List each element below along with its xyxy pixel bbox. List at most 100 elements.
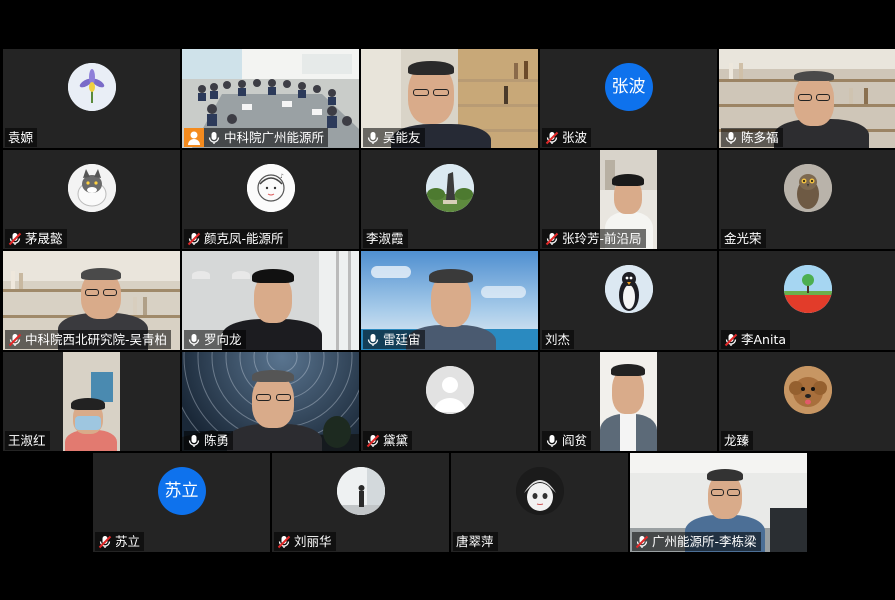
participant-name-tag: 陈多福 <box>721 128 783 147</box>
penguin-icon <box>604 265 653 313</box>
participant-name: 王淑红 <box>8 433 46 448</box>
muted-microphone-icon <box>635 535 649 549</box>
participant-name: 龙臻 <box>724 433 750 448</box>
participant-tile-p2[interactable]: 中科院广州能源所 <box>182 49 359 148</box>
participant-name-tag: 李淑霞 <box>363 229 408 248</box>
participant-tile-p3[interactable]: 吴能友 <box>361 49 538 148</box>
participant-name-tag: 袁嫄 <box>5 128 38 147</box>
participant-tile-p5[interactable]: 陈多福 <box>719 49 895 148</box>
microphone-icon <box>187 434 201 448</box>
anime-character-icon <box>515 467 564 515</box>
participant-name: 陈勇 <box>204 433 230 448</box>
profile-avatar-cat <box>67 164 116 212</box>
participant-name-tag: 黛黛 <box>363 431 413 450</box>
muted-microphone-icon <box>8 232 22 246</box>
tree-field-icon <box>783 265 832 313</box>
participant-tile-p19[interactable]: 阎贫 <box>540 352 717 451</box>
muted-microphone-icon <box>187 232 201 246</box>
participant-name: 雷廷宙 <box>383 332 421 347</box>
profile-avatar-owl <box>783 164 832 212</box>
muted-microphone-icon <box>277 535 291 549</box>
participant-tile-p23[interactable]: 唐翠萍 <box>451 453 628 552</box>
participant-name: 阎贫 <box>562 433 588 448</box>
participant-tile-p1[interactable]: 袁嫄 <box>3 49 180 148</box>
person-silhouette-icon <box>425 366 474 414</box>
muted-microphone-icon <box>545 232 559 246</box>
participant-name: 金光荣 <box>724 231 762 246</box>
participant-name-tag: 刘丽华 <box>274 532 336 551</box>
participant-tile-p9[interactable]: 张玲芳-前沿局 <box>540 150 717 249</box>
participant-tile-p24[interactable]: 广州能源所-李栋梁 <box>630 453 807 552</box>
participant-name-tag: 阎贫 <box>542 431 592 450</box>
initials-avatar: 苏立 <box>157 467 206 515</box>
flower-icon <box>67 63 116 111</box>
participant-tile-p20[interactable]: 龙臻 <box>719 352 895 451</box>
participant-name-tag: 陈勇 <box>184 431 234 450</box>
participant-name: 陈多福 <box>741 130 779 145</box>
microphone-icon <box>545 434 559 448</box>
participant-name: 袁嫄 <box>8 130 34 145</box>
participant-name: 茅晟懿 <box>25 231 63 246</box>
owl-icon <box>783 164 832 212</box>
participant-name-tag: 中科院西北研究院-吴青柏 <box>5 330 172 349</box>
muted-microphone-icon <box>98 535 112 549</box>
participant-tile-p22[interactable]: 刘丽华 <box>272 453 449 552</box>
participant-name-tag: 茅晟懿 <box>5 229 67 248</box>
dog-icon <box>783 366 832 414</box>
participant-tile-p11[interactable]: 中科院西北研究院-吴青柏 <box>3 251 180 350</box>
microphone-icon <box>366 131 380 145</box>
participant-name: 刘丽华 <box>294 534 332 549</box>
profile-avatar-monument <box>425 164 474 212</box>
participant-name-tag: 广州能源所-李栋梁 <box>632 532 761 551</box>
participant-tile-p10[interactable]: 金光荣 <box>719 150 895 249</box>
profile-avatar-tree-field <box>783 265 832 313</box>
participant-name-tag: 张玲芳-前沿局 <box>542 229 646 248</box>
default-avatar-icon <box>425 366 474 414</box>
participant-tile-p15[interactable]: 李Anita <box>719 251 895 350</box>
person-icon <box>184 128 204 147</box>
participant-tile-p13[interactable]: 雷廷宙 <box>361 251 538 350</box>
participant-name: 李淑霞 <box>366 231 404 246</box>
microphone-icon <box>207 131 221 145</box>
participant-tile-p16[interactable]: 王淑红 <box>3 352 180 451</box>
participant-tile-p6[interactable]: 茅晟懿 <box>3 150 180 249</box>
participant-name: 罗向龙 <box>204 332 242 347</box>
svg-text:♪: ♪ <box>280 173 284 180</box>
participant-name-tag: 颜克凤-能源所 <box>184 229 288 248</box>
participant-tile-p21[interactable]: 苏立 苏立 <box>93 453 270 552</box>
participant-tile-p8[interactable]: 李淑霞 <box>361 150 538 249</box>
participant-name: 广州能源所-李栋梁 <box>652 534 757 549</box>
participant-name-tag: 龙臻 <box>721 431 754 450</box>
participant-name-tag: 苏立 <box>95 532 145 551</box>
participant-tile-p18[interactable]: 黛黛 <box>361 352 538 451</box>
video-feed-portrait <box>600 352 657 451</box>
muted-microphone-icon <box>8 333 22 347</box>
participant-tile-p7[interactable]: ♪ 颜克凤-能源所 <box>182 150 359 249</box>
initials-avatar: 张波 <box>604 63 653 111</box>
participant-name: 苏立 <box>115 534 141 549</box>
monument-icon <box>425 164 474 212</box>
participant-name-tag: 雷廷宙 <box>363 330 425 349</box>
participant-name: 吴能友 <box>383 130 421 145</box>
participant-name-tag: 唐翠萍 <box>453 532 498 551</box>
profile-avatar-dog <box>783 366 832 414</box>
participant-tile-p4[interactable]: 张波 张波 <box>540 49 717 148</box>
participant-tile-p17[interactable]: 陈勇 <box>182 352 359 451</box>
participant-name: 李Anita <box>741 332 787 347</box>
microphone-icon <box>187 333 201 347</box>
participant-name: 张玲芳-前沿局 <box>562 231 642 246</box>
participant-name-tag: 罗向龙 <box>184 330 246 349</box>
muted-microphone-icon <box>545 131 559 145</box>
profile-avatar-photo <box>336 467 385 515</box>
muted-microphone-icon <box>724 333 738 347</box>
participant-name-tag: 王淑红 <box>5 431 50 450</box>
participant-tile-p14[interactable]: 刘杰 <box>540 251 717 350</box>
participant-tile-p12[interactable]: 罗向龙 <box>182 251 359 350</box>
profile-avatar-sketch: ♪ <box>246 164 295 212</box>
profile-avatar-anime <box>515 467 564 515</box>
profile-avatar-iris-flower <box>67 63 116 111</box>
participant-name: 唐翠萍 <box>456 534 494 549</box>
participant-name: 刘杰 <box>545 332 571 347</box>
participant-name-tag: 吴能友 <box>363 128 425 147</box>
video-feed-portrait <box>63 352 120 451</box>
